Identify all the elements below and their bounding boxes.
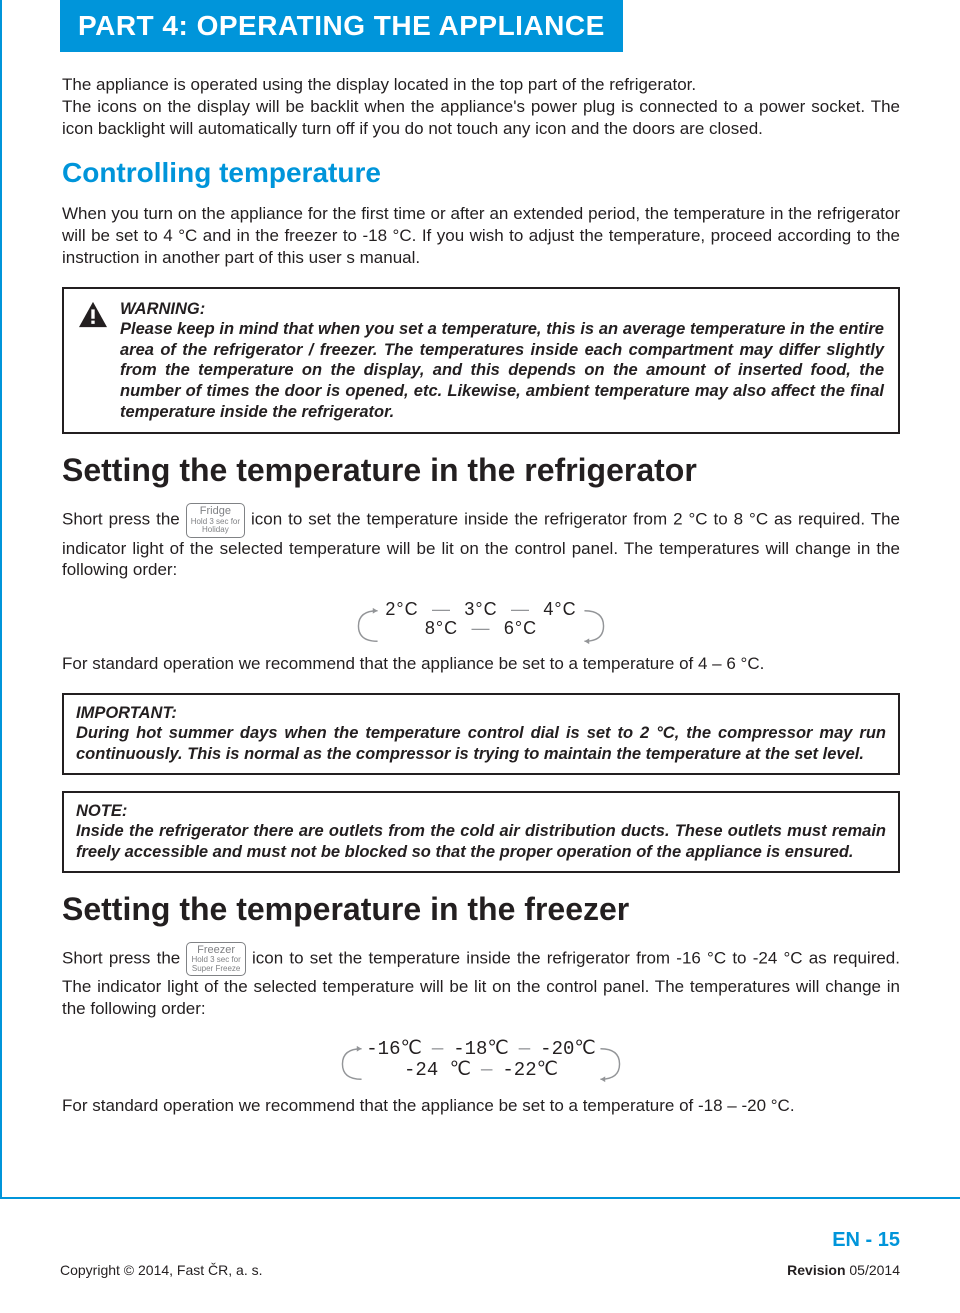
- page-number: EN - 15: [0, 1219, 960, 1256]
- warning-label: WARNING:: [120, 299, 884, 320]
- intro-text: The appliance is operated using the disp…: [62, 74, 900, 139]
- note-box: NOTE: Inside the refrigerator there are …: [62, 791, 900, 873]
- note-text: Inside the refrigerator there are outlet…: [76, 822, 886, 861]
- revision-text: Revision 05/2014: [787, 1262, 900, 1278]
- section-fridge-temp: Setting the temperature in the refrigera…: [62, 452, 900, 489]
- warning-icon: [78, 299, 108, 334]
- freezer-button-icon: FreezerHold 3 sec forSuper Freeze: [186, 942, 245, 976]
- controlling-temp-body: When you turn on the appliance for the f…: [62, 203, 900, 268]
- fridge-button-icon: FridgeHold 3 sec forHoliday: [186, 503, 245, 537]
- fridge-temp-recommend: For standard operation we recommend that…: [62, 653, 900, 675]
- freezer-temp-cycle: -16℃— -18℃— -20℃ -24 ℃— -22℃: [62, 1037, 900, 1081]
- warning-text: Please keep in mind that when you set a …: [120, 320, 884, 421]
- freezer-temp-body: Short press the FreezerHold 3 sec forSup…: [62, 942, 900, 1020]
- note-label: NOTE:: [76, 801, 886, 822]
- fridge-temp-cycle: 2°C— 3°C— 4°C 8°C— 6°C: [62, 599, 900, 639]
- freezer-temp-recommend: For standard operation we recommend that…: [62, 1095, 900, 1117]
- part-title: PART 4: OPERATING THE APPLIANCE: [60, 0, 623, 52]
- important-box: IMPORTANT: During hot summer days when t…: [62, 693, 900, 775]
- fridge-temp-body: Short press the FridgeHold 3 sec forHoli…: [62, 503, 900, 581]
- copyright-text: Copyright © 2014, Fast ČR, a. s.: [60, 1262, 263, 1278]
- important-text: During hot summer days when the temperat…: [76, 724, 886, 763]
- warning-box: WARNING: Please keep in mind that when y…: [62, 287, 900, 435]
- section-freezer-temp: Setting the temperature in the freezer: [62, 891, 900, 928]
- section-controlling-temp: Controlling temperature: [62, 157, 900, 189]
- important-label: IMPORTANT:: [76, 703, 886, 724]
